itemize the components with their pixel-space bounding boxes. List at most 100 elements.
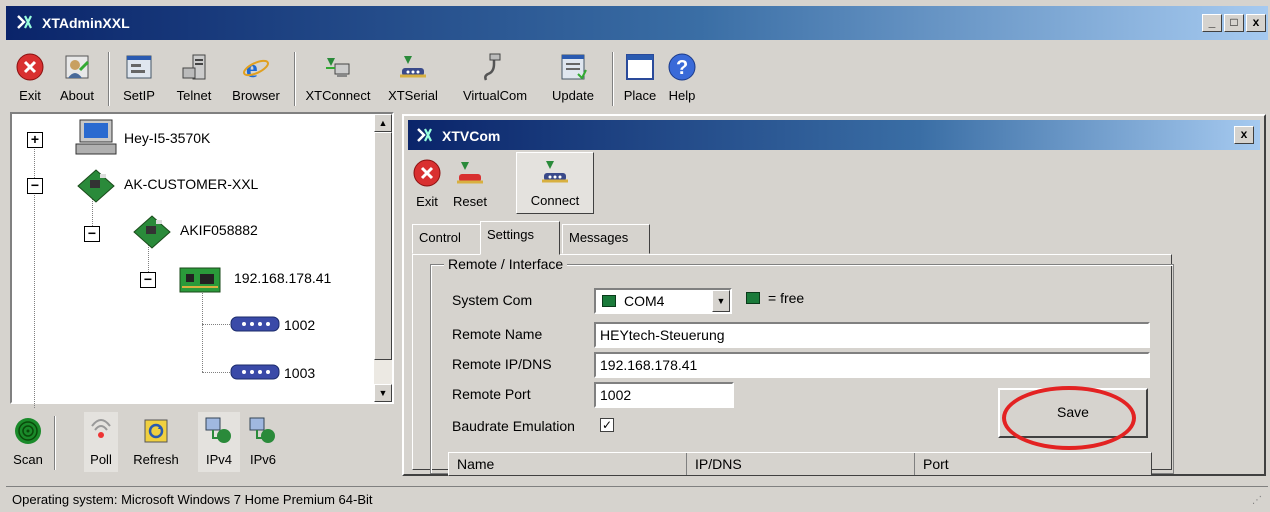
- virtualcom-button[interactable]: VirtualCom: [450, 48, 540, 108]
- computer-icon: [75, 119, 117, 155]
- xtvcom-title-bar[interactable]: XTVCom x: [408, 120, 1260, 150]
- telnet-icon: [182, 54, 206, 80]
- xtserial-button[interactable]: XTSerial: [378, 48, 448, 108]
- tab-messages[interactable]: Messages: [562, 224, 650, 254]
- tree-expander[interactable]: +: [27, 132, 43, 148]
- remote-port-label: Remote Port: [452, 386, 531, 402]
- toolbar-separator: [54, 416, 56, 470]
- xtvcom-close-button[interactable]: x: [1234, 126, 1254, 144]
- close-button[interactable]: x: [1246, 14, 1266, 32]
- tree-toolbar: Scan Poll Refresh IPv4 IPv6: [6, 408, 396, 474]
- update-button[interactable]: Update: [542, 48, 604, 108]
- resize-grip-icon[interactable]: ⋰: [1252, 495, 1262, 506]
- about-button[interactable]: About: [52, 48, 102, 108]
- setip-button[interactable]: SetIP: [114, 48, 164, 108]
- app-logo-icon: [17, 15, 32, 29]
- svg-text:?: ?: [676, 57, 688, 79]
- browser-button[interactable]: e Browser: [224, 48, 288, 108]
- exit-icon: [413, 159, 441, 187]
- browser-icon: e: [243, 54, 269, 82]
- minimize-button[interactable]: _: [1202, 14, 1222, 32]
- toolbar-separator: [108, 52, 110, 106]
- free-legend: = free: [768, 290, 805, 306]
- remote-ip-field[interactable]: 192.168.178.41: [594, 352, 1150, 378]
- tree-expander[interactable]: −: [27, 178, 43, 194]
- tree-line: [202, 372, 230, 373]
- tree-node-label[interactable]: 192.168.178.41: [234, 270, 331, 286]
- reset-button[interactable]: Reset: [446, 154, 494, 214]
- xtserial-label: XTSerial: [388, 88, 438, 103]
- ipv6-button[interactable]: IPv6: [242, 412, 284, 472]
- tree-node-label[interactable]: AKIF058882: [180, 222, 258, 238]
- browser-label: Browser: [232, 88, 280, 103]
- tree-scrollbar[interactable]: ▲ ▼: [374, 114, 392, 402]
- poll-button[interactable]: Poll: [84, 412, 118, 472]
- status-text: Operating system: Microsoft Windows 7 Ho…: [12, 492, 373, 507]
- column-header-ipdns[interactable]: IP/DNS: [687, 453, 915, 475]
- chevron-down-icon[interactable]: ▼: [712, 290, 730, 312]
- exit-label: Exit: [19, 88, 41, 103]
- setip-label: SetIP: [123, 88, 155, 103]
- remote-port-field[interactable]: 1002: [594, 382, 734, 408]
- tree-node-label[interactable]: AK-CUSTOMER-XXL: [124, 176, 258, 192]
- xtconnect-label: XTConnect: [305, 88, 371, 103]
- xtvcom-window: XTVCom x Exit Reset Connect Control Sett…: [402, 114, 1266, 476]
- ipv4-label: IPv4: [205, 452, 232, 467]
- column-header-name[interactable]: Name: [449, 453, 687, 475]
- xtserial-icon: [400, 56, 426, 78]
- ipv6-label: IPv6: [249, 452, 276, 467]
- exit-icon: [16, 53, 44, 81]
- update-icon: [561, 54, 587, 80]
- scan-button[interactable]: Scan: [8, 412, 48, 472]
- system-com-value: COM4: [624, 293, 665, 309]
- tab-control[interactable]: Control: [412, 224, 482, 254]
- connect-label: Connect: [530, 193, 580, 208]
- column-header-port[interactable]: Port: [915, 453, 1151, 475]
- tab-settings[interactable]: Settings: [480, 221, 560, 255]
- about-icon: [65, 55, 90, 79]
- toolbar-separator: [612, 52, 614, 106]
- help-button[interactable]: ? Help: [662, 48, 702, 108]
- xtvcom-exit-button[interactable]: Exit: [412, 154, 442, 214]
- tree-expander[interactable]: −: [84, 226, 100, 242]
- free-legend-swatch: [746, 292, 760, 304]
- tree-line: [202, 324, 230, 325]
- place-label: Place: [623, 88, 657, 103]
- place-icon: [626, 54, 654, 80]
- scroll-thumb[interactable]: [374, 132, 392, 360]
- poll-label: Poll: [90, 452, 112, 467]
- system-com-select[interactable]: COM4 ▼: [594, 288, 732, 314]
- remote-ip-label: Remote IP/DNS: [452, 356, 552, 372]
- xtconnect-button[interactable]: XTConnect: [298, 48, 378, 108]
- remote-name-field[interactable]: HEYtech-Steuerung: [594, 322, 1150, 348]
- scroll-down-button[interactable]: ▼: [374, 384, 392, 402]
- toolbar-separator: [294, 52, 296, 106]
- poll-icon: [91, 419, 111, 438]
- tree-node-label[interactable]: 1002: [284, 317, 315, 333]
- xtvcom-title: XTVCom: [442, 128, 501, 144]
- reset-label: Reset: [453, 194, 487, 209]
- title-bar[interactable]: XTAdminXXL _ □ x: [6, 6, 1268, 40]
- network-board-icon: [77, 169, 115, 203]
- exit-button[interactable]: Exit: [8, 48, 52, 108]
- tree-expander[interactable]: −: [140, 272, 156, 288]
- ports-list-header: Name IP/DNS Port: [448, 452, 1152, 476]
- com-status-swatch: [602, 295, 616, 307]
- device-tree[interactable]: + Hey-I5-3570K − AK-CUSTOMER-XXL − AKIF0…: [10, 112, 394, 412]
- virtualcom-label: VirtualCom: [462, 88, 528, 103]
- refresh-button[interactable]: Refresh: [128, 412, 184, 472]
- tree-node-label[interactable]: Hey-I5-3570K: [124, 130, 210, 146]
- update-label: Update: [552, 88, 594, 103]
- ipv4-button[interactable]: IPv4: [198, 412, 240, 472]
- tree-node-label[interactable]: 1003: [284, 365, 315, 381]
- place-button[interactable]: Place: [616, 48, 664, 108]
- baudrate-label: Baudrate Emulation: [452, 418, 575, 434]
- circuit-board-icon: [179, 267, 221, 293]
- connect-button[interactable]: Connect: [516, 152, 594, 214]
- connect-icon: [542, 161, 568, 183]
- telnet-button[interactable]: Telnet: [166, 48, 222, 108]
- baudrate-checkbox[interactable]: ✓: [600, 418, 614, 432]
- scroll-up-button[interactable]: ▲: [374, 114, 392, 132]
- maximize-button[interactable]: □: [1224, 14, 1244, 32]
- app-logo-icon: [417, 128, 432, 142]
